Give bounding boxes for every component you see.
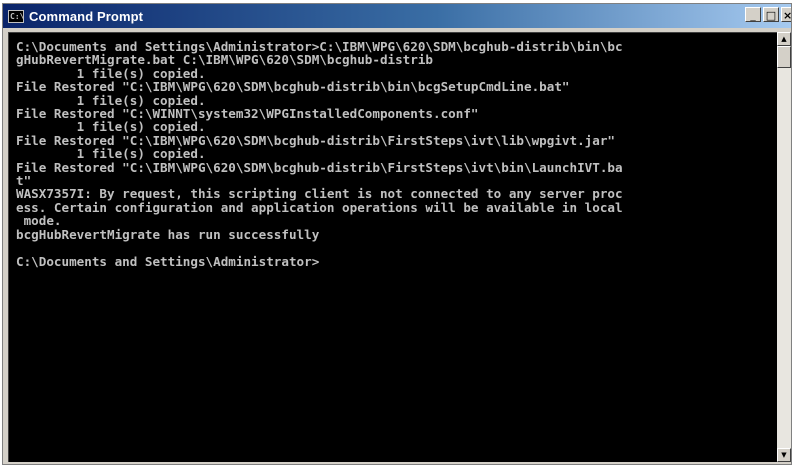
console-line: ess. Certain configuration and applicati…: [16, 199, 623, 215]
window-controls: _ □ ×: [745, 7, 791, 22]
minimize-button[interactable]: _: [745, 7, 761, 22]
close-button[interactable]: ×: [781, 7, 791, 22]
scroll-down-button[interactable]: ▼: [777, 448, 791, 462]
scroll-up-button[interactable]: ▲: [777, 32, 791, 46]
maximize-button[interactable]: □: [763, 7, 779, 22]
console-line: File Restored "C:\IBM\WPG\620\SDM\bcghub…: [16, 159, 623, 175]
window-title: Command Prompt: [29, 8, 144, 24]
console-output[interactable]: C:\Documents and Settings\Administrator>…: [8, 32, 777, 462]
command-prompt-window: C:\ Command Prompt _ □ × C:\Documents an…: [2, 3, 792, 465]
console-text: C:\Documents and Settings\Administrator>…: [9, 33, 777, 268]
console-line: bcgHubRevertMigrate has run successfully: [16, 226, 320, 242]
console-line: C:\Documents and Settings\Administrator>: [16, 253, 320, 269]
scroll-thumb[interactable]: [777, 46, 791, 68]
vertical-scrollbar[interactable]: ▲ ▼: [777, 32, 791, 462]
command-prompt-icon[interactable]: C:\: [8, 9, 24, 23]
title-bar[interactable]: C:\ Command Prompt _ □ ×: [3, 4, 791, 28]
